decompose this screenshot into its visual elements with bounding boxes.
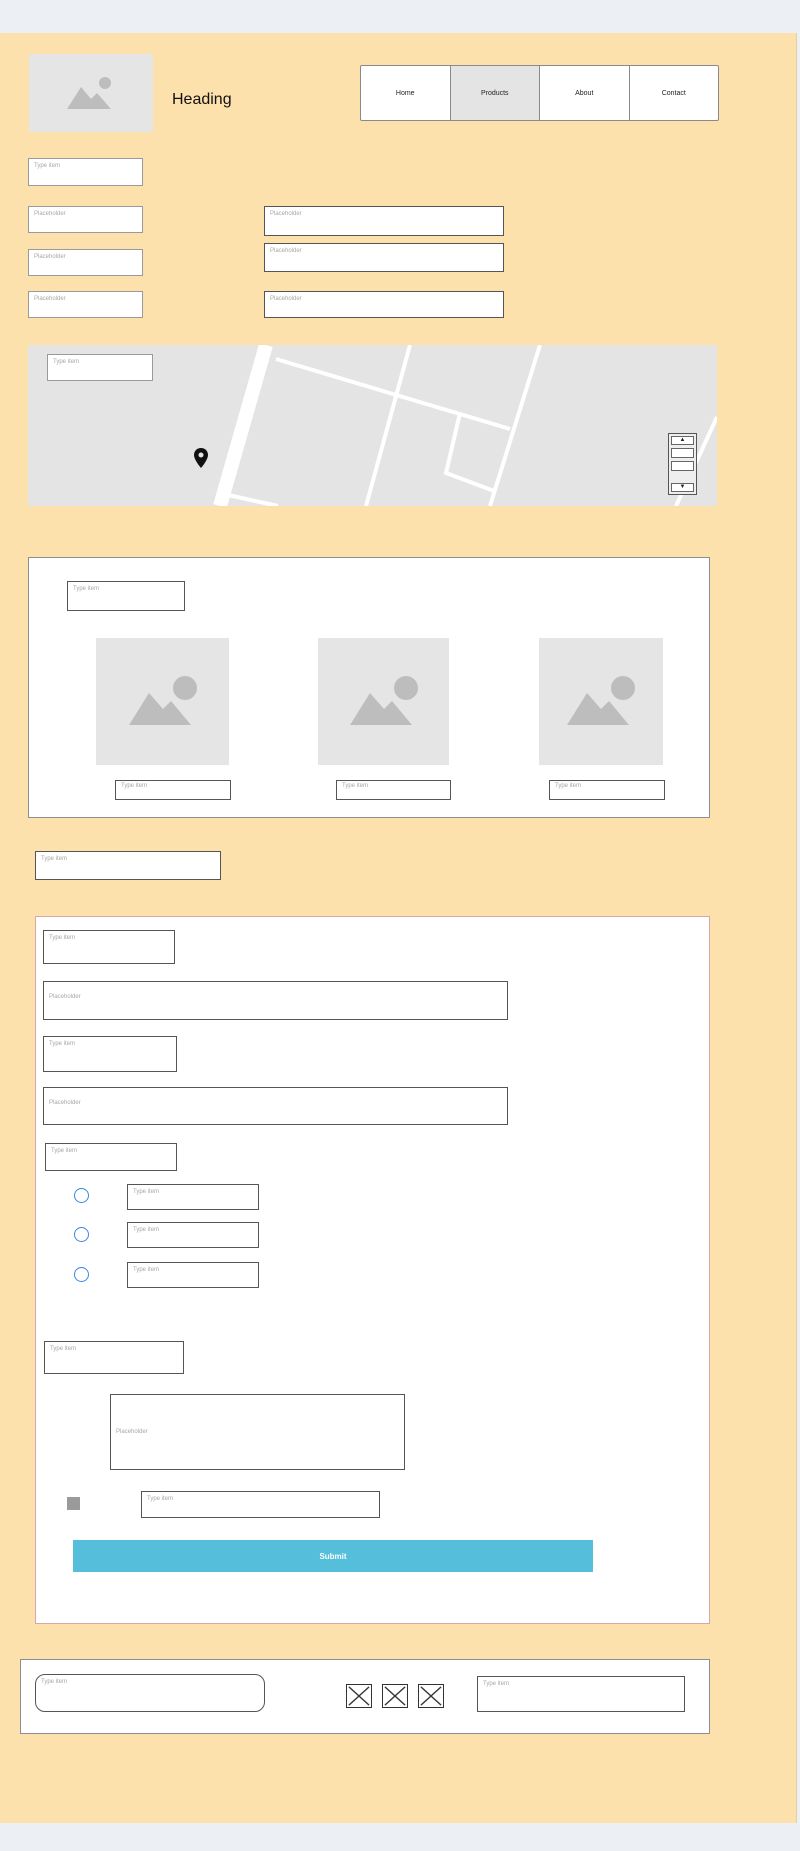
radio-button-3[interactable] [74,1267,89,1282]
placeholder-input-left-2[interactable]: Placeholder [28,249,143,276]
map-zoom-in-button[interactable]: ▲ [671,436,694,445]
map-zoom-slider-2[interactable] [671,461,694,471]
footer-right-field[interactable]: Type item [477,1676,685,1712]
form-input-2[interactable]: Placeholder [43,1087,508,1125]
radio-label-1: Type item [127,1184,259,1210]
form-label-1[interactable]: Type item [43,930,175,964]
gallery-caption-2[interactable]: Type item [336,780,451,800]
gallery-caption-3[interactable]: Type item [549,780,665,800]
placeholder-input-left-1[interactable]: Placeholder [28,206,143,233]
nav-tab-contact[interactable]: Contact [630,66,719,120]
placeholder-input-right-3[interactable]: Placeholder [264,291,504,318]
gallery-caption-1[interactable]: Type item [115,780,231,800]
nav-tab-home[interactable]: Home [361,66,451,120]
gallery-title-field[interactable]: Type item [67,581,185,611]
type-item-field[interactable]: Type item [28,158,143,186]
footer-search-field[interactable]: Type item [35,1674,265,1712]
map-zoom-slider[interactable] [671,448,694,458]
map-search-field[interactable]: Type item [47,354,153,381]
nav-bar: Home Products About Contact [360,65,719,121]
map-zoom-control: ▲ ▼ [668,433,697,495]
radio-label-3: Type item [127,1262,259,1288]
textarea-label[interactable]: Type item [44,1341,184,1374]
submit-button[interactable]: Submit [73,1540,593,1572]
logo-image-icon [29,54,153,132]
social-icon-3[interactable] [418,1684,444,1708]
map-pin-icon [194,448,208,468]
social-icon-2[interactable] [382,1684,408,1708]
nav-tab-about[interactable]: About [540,66,630,120]
radio-button-1[interactable] [74,1188,89,1203]
social-icon-1[interactable] [346,1684,372,1708]
checkbox-label: Type item [141,1491,380,1518]
gallery-image-1-icon [96,638,229,765]
page-heading: Heading [172,91,232,108]
radio-label-2: Type item [127,1222,259,1248]
gallery-image-2-icon [318,638,449,765]
gallery-image-3-icon [539,638,663,765]
textarea-input[interactable]: Placeholder [110,1394,405,1470]
nav-tab-products[interactable]: Products [450,66,540,120]
form-label-2[interactable]: Type item [43,1036,177,1072]
radio-group-label[interactable]: Type item [45,1143,177,1171]
map-widget[interactable]: Type item [28,345,717,506]
radio-button-2[interactable] [74,1227,89,1242]
checkbox[interactable] [67,1497,80,1510]
placeholder-input-right-1[interactable]: Placeholder [264,206,504,236]
placeholder-input-left-3[interactable]: Placeholder [28,291,143,318]
section-label-field[interactable]: Type item [35,851,221,880]
map-zoom-out-button[interactable]: ▼ [671,483,694,492]
placeholder-input-right-2[interactable]: Placeholder [264,243,504,272]
form-input-1[interactable]: Placeholder [43,981,508,1020]
